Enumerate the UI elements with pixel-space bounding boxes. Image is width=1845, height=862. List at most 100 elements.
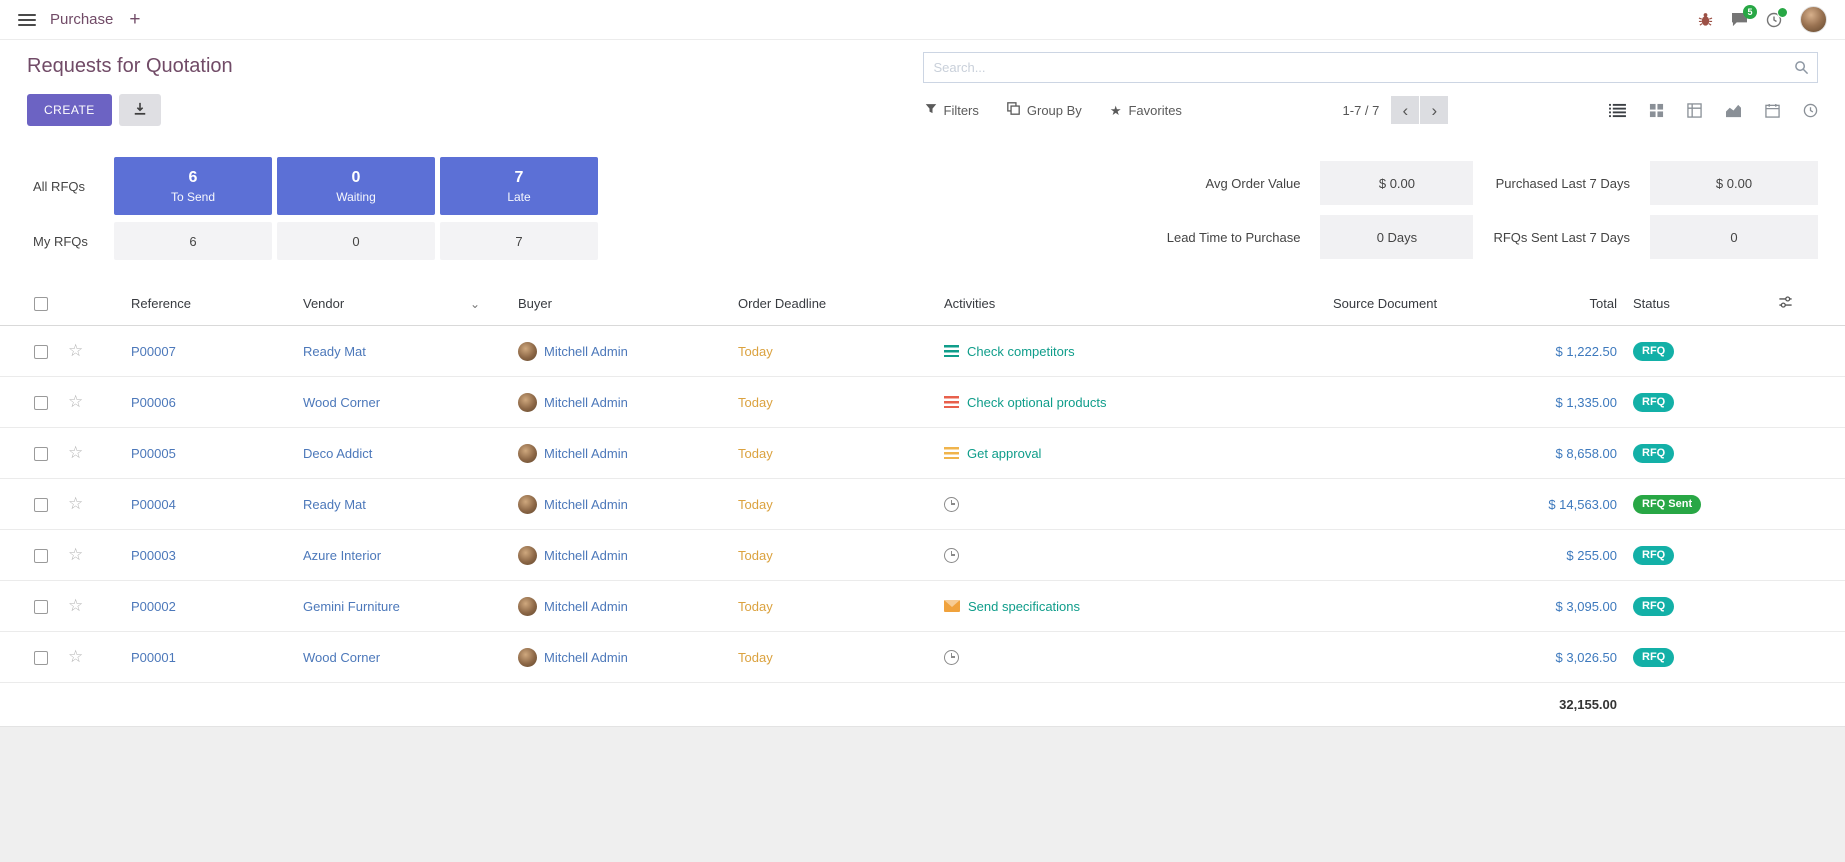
activity-icon[interactable]: [944, 447, 959, 459]
new-tab-icon[interactable]: +: [129, 10, 140, 29]
activity-icon[interactable]: [944, 396, 959, 408]
buyer-link[interactable]: Mitchell Admin: [544, 344, 628, 359]
reference-link[interactable]: P00003: [131, 548, 176, 563]
graph-view-icon[interactable]: [1725, 103, 1742, 118]
activities-column-header[interactable]: Activities: [936, 282, 1325, 326]
reference-column-header[interactable]: Reference: [105, 282, 295, 326]
table-row[interactable]: ☆ P00003 Azure Interior Mitchell Admin T…: [0, 530, 1845, 581]
buyer-link[interactable]: Mitchell Admin: [544, 650, 628, 665]
user-avatar[interactable]: [1800, 6, 1827, 33]
kanban-view-icon[interactable]: [1649, 103, 1664, 118]
activity-icon[interactable]: [944, 650, 959, 665]
my-kpi-late[interactable]: 7: [440, 222, 598, 260]
pager-previous-button[interactable]: ‹: [1391, 96, 1419, 124]
buyer-link[interactable]: Mitchell Admin: [544, 497, 628, 512]
row-checkbox[interactable]: [34, 498, 48, 512]
pivot-view-icon[interactable]: [1687, 103, 1702, 118]
reference-link[interactable]: P00001: [131, 650, 176, 665]
buyer-column-header[interactable]: Buyer: [510, 282, 730, 326]
source-document-column-header[interactable]: Source Document: [1325, 282, 1495, 326]
favorites-button[interactable]: ★ Favorites: [1110, 102, 1182, 118]
reference-link[interactable]: P00004: [131, 497, 176, 512]
export-button[interactable]: [119, 94, 161, 126]
row-checkbox[interactable]: [34, 447, 48, 461]
optional-columns-button[interactable]: [1770, 282, 1845, 326]
activity-label[interactable]: Send specifications: [968, 599, 1080, 614]
favorite-star-icon[interactable]: ☆: [68, 392, 83, 411]
row-checkbox[interactable]: [34, 651, 48, 665]
kpi-late[interactable]: 7 Late: [440, 157, 598, 215]
activity-icon[interactable]: [944, 600, 960, 612]
sort-caret-icon[interactable]: ⌄: [470, 297, 480, 311]
apps-menu-icon[interactable]: [18, 14, 36, 26]
row-checkbox[interactable]: [34, 345, 48, 359]
reference-link[interactable]: P00007: [131, 344, 176, 359]
activities-clock-icon[interactable]: [1766, 12, 1782, 28]
total-column-header[interactable]: Total: [1495, 282, 1625, 326]
create-button[interactable]: CREATE: [27, 94, 112, 126]
favorite-star-icon[interactable]: ☆: [68, 494, 83, 513]
search-input[interactable]: [923, 52, 1819, 83]
buyer-link[interactable]: Mitchell Admin: [544, 446, 628, 461]
kpi-to-send[interactable]: 6 To Send: [114, 157, 272, 215]
favorites-label: Favorites: [1128, 103, 1181, 118]
vendor-link[interactable]: Wood Corner: [303, 650, 380, 665]
messages-icon[interactable]: 5: [1731, 12, 1748, 27]
list-view-icon[interactable]: [1609, 103, 1626, 118]
buyer-link[interactable]: Mitchell Admin: [544, 395, 628, 410]
table-row[interactable]: ☆ P00006 Wood Corner Mitchell Admin Toda…: [0, 377, 1845, 428]
table-row[interactable]: ☆ P00004 Ready Mat Mitchell Admin Today …: [0, 479, 1845, 530]
table-row[interactable]: ☆ P00002 Gemini Furniture Mitchell Admin…: [0, 581, 1845, 632]
favorite-star-icon[interactable]: ☆: [68, 341, 83, 360]
status-column-header[interactable]: Status: [1625, 282, 1770, 326]
activity-label[interactable]: Get approval: [967, 446, 1041, 461]
vendor-link[interactable]: Ready Mat: [303, 497, 366, 512]
row-total: $ 1,335.00: [1495, 377, 1625, 428]
activity-label[interactable]: Check competitors: [967, 344, 1075, 359]
table-row[interactable]: ☆ P00007 Ready Mat Mitchell Admin Today …: [0, 326, 1845, 377]
reference-link[interactable]: P00006: [131, 395, 176, 410]
vendor-column-header[interactable]: Vendor ⌄: [295, 282, 510, 326]
app-menu-purchase[interactable]: Purchase: [50, 11, 113, 28]
vendor-link[interactable]: Deco Addict: [303, 446, 372, 461]
calendar-view-icon[interactable]: [1765, 103, 1780, 118]
vendor-link[interactable]: Ready Mat: [303, 344, 366, 359]
activity-icon[interactable]: [944, 497, 959, 512]
avg-order-value[interactable]: $ 0.00: [1320, 161, 1473, 205]
pager-next-button[interactable]: ›: [1420, 96, 1448, 124]
my-kpi-to-send[interactable]: 6: [114, 222, 272, 260]
favorite-star-icon[interactable]: ☆: [68, 545, 83, 564]
activity-label[interactable]: Check optional products: [967, 395, 1106, 410]
select-all-header[interactable]: [0, 282, 60, 326]
buyer-link[interactable]: Mitchell Admin: [544, 599, 628, 614]
rfqs-sent-last-7-days[interactable]: 0: [1650, 215, 1818, 259]
vendor-link[interactable]: Azure Interior: [303, 548, 381, 563]
activity-icon[interactable]: [944, 345, 959, 357]
purchased-last-7-days[interactable]: $ 0.00: [1650, 161, 1818, 205]
favorite-star-icon[interactable]: ☆: [68, 647, 83, 666]
buyer-link[interactable]: Mitchell Admin: [544, 548, 628, 563]
debug-bug-icon[interactable]: [1698, 12, 1713, 27]
activity-view-icon[interactable]: [1803, 103, 1818, 118]
filters-button[interactable]: Filters: [925, 102, 979, 118]
search-icon[interactable]: [1794, 60, 1809, 75]
group-by-button[interactable]: Group By: [1007, 102, 1082, 118]
table-row[interactable]: ☆ P00001 Wood Corner Mitchell Admin Toda…: [0, 632, 1845, 683]
favorite-star-icon[interactable]: ☆: [68, 443, 83, 462]
row-checkbox[interactable]: [34, 396, 48, 410]
row-checkbox[interactable]: [34, 549, 48, 563]
row-checkbox[interactable]: [34, 600, 48, 614]
reference-link[interactable]: P00005: [131, 446, 176, 461]
favorite-star-icon[interactable]: ☆: [68, 596, 83, 615]
order-deadline-column-header[interactable]: Order Deadline: [730, 282, 936, 326]
lead-time-value[interactable]: 0 Days: [1320, 215, 1473, 259]
reference-link[interactable]: P00002: [131, 599, 176, 614]
vendor-link[interactable]: Wood Corner: [303, 395, 380, 410]
select-all-checkbox[interactable]: [34, 297, 48, 311]
vendor-link[interactable]: Gemini Furniture: [303, 599, 400, 614]
activity-icon[interactable]: [944, 548, 959, 563]
buyer-avatar: [518, 444, 537, 463]
kpi-waiting[interactable]: 0 Waiting: [277, 157, 435, 215]
table-row[interactable]: ☆ P00005 Deco Addict Mitchell Admin Toda…: [0, 428, 1845, 479]
my-kpi-waiting[interactable]: 0: [277, 222, 435, 260]
